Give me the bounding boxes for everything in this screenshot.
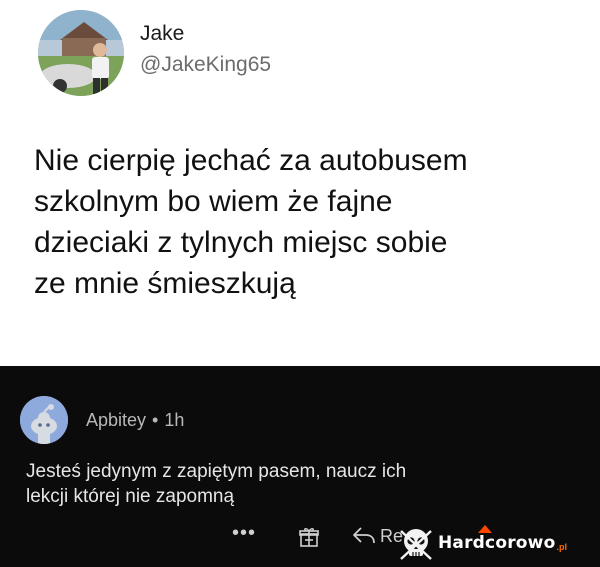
watermark-tld: .pl xyxy=(556,542,567,552)
meta-separator: • xyxy=(152,410,159,430)
author-name[interactable]: Jake xyxy=(140,22,184,46)
tweet-text: Nie cierpię jechać za autobusem szkolnym… xyxy=(34,140,574,304)
snoo-avatar-icon xyxy=(20,396,68,444)
author-avatar[interactable] xyxy=(38,10,124,96)
comment-meta: Apbitey • 1h xyxy=(86,410,184,431)
award-gift-icon[interactable] xyxy=(298,526,320,553)
skull-logo-icon xyxy=(400,529,432,560)
avatar-photo-icon xyxy=(38,10,124,96)
more-options-icon[interactable]: ••• xyxy=(232,522,256,545)
comment-time: 1h xyxy=(164,410,185,430)
commenter-username[interactable]: Apbitey xyxy=(86,410,146,430)
comment-text-line: Jesteś jedynym z zapiętym pasem, naucz i… xyxy=(26,461,407,482)
watermark-text: Hardcorowo xyxy=(438,533,556,553)
tweet-text-line: Nie cierpię jechać za autobusem xyxy=(34,144,468,177)
reply-arrow-icon[interactable] xyxy=(352,525,376,550)
commenter-avatar[interactable] xyxy=(20,396,68,444)
tweet-text-line: ze mnie śmieszkują xyxy=(34,267,296,300)
tweet-card: Jake @JakeKing65 Nie cierpię jechać za a… xyxy=(0,0,600,366)
author-handle[interactable]: @JakeKing65 xyxy=(140,53,271,77)
hardcorowo-watermark: Hardcorowo .pl xyxy=(398,525,596,561)
comment-text: Jesteś jedynym z zapiętym pasem, naucz i… xyxy=(26,459,566,509)
comment-text-line: lekcji której nie zapomną xyxy=(26,486,235,507)
tweet-text-line: dzieciaki z tylnych miejsc sobie xyxy=(34,226,448,259)
tweet-text-line: szkolnym bo wiem że fajne xyxy=(34,185,393,218)
